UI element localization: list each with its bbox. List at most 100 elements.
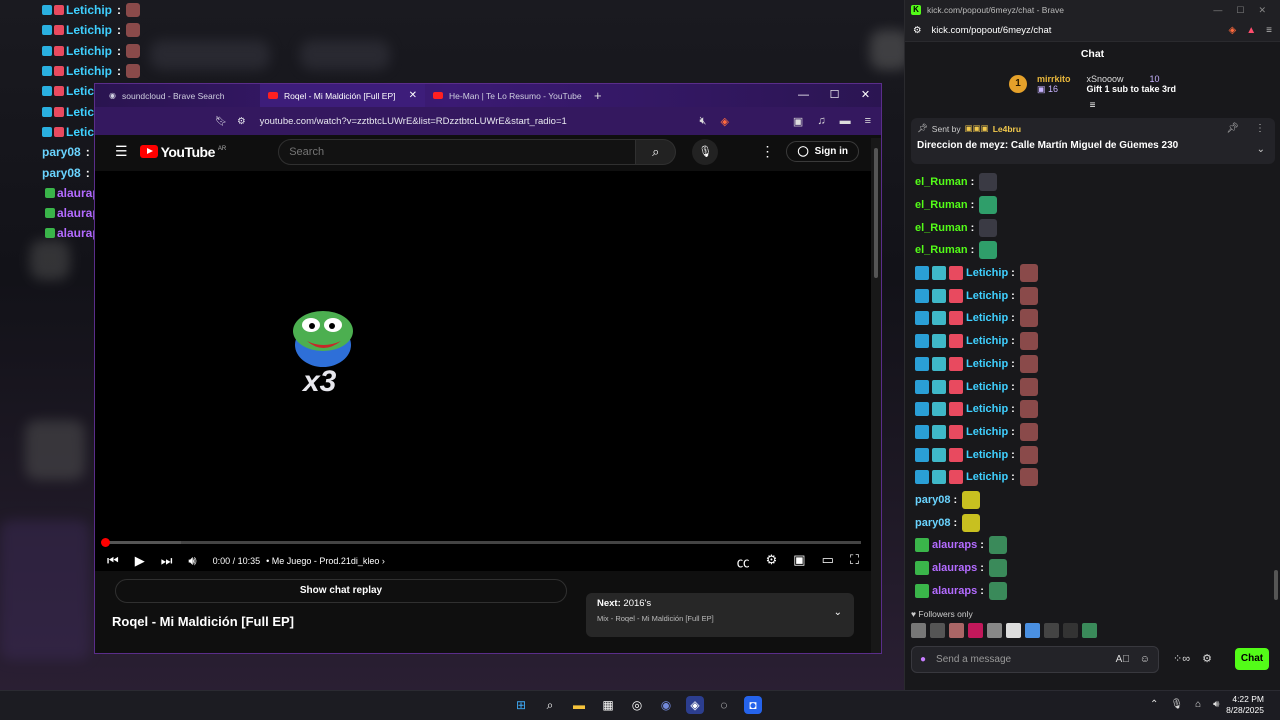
brave-shield-icon[interactable]: ◈ — [1229, 25, 1237, 36]
chat-username[interactable]: Letichip — [966, 381, 1008, 393]
search-button[interactable]: ⌕ — [636, 138, 677, 165]
chat-message[interactable]: Letichip: — [915, 330, 1275, 353]
message-input[interactable]: ● Send a message A⃯ ☺ — [911, 646, 1159, 673]
store-icon[interactable]: ▦ — [599, 696, 617, 714]
chat-message[interactable]: Letichip: — [915, 466, 1275, 489]
hamburger-menu-icon[interactable]: ☰ — [115, 143, 128, 160]
progress-scrubber[interactable] — [101, 538, 110, 547]
emote-shortcut-icon[interactable] — [1044, 623, 1059, 638]
chat-message[interactable]: Letichip: — [915, 284, 1275, 307]
chapter-title[interactable]: • Me Juego - Prod.21di_kleo › — [266, 556, 385, 566]
chat-message[interactable]: pary08: — [915, 511, 1275, 534]
emote-shortcut-icon[interactable] — [949, 623, 964, 638]
chat-username[interactable]: Letichip — [966, 290, 1008, 302]
tab-brave-search[interactable]: ◉ soundcloud - Brave Search — [95, 84, 260, 107]
emoji-icon[interactable]: ☺ — [1140, 654, 1150, 665]
chat-message[interactable]: Letichip: — [915, 262, 1275, 285]
extension-icon[interactable]: ▬ — [840, 115, 851, 128]
chat-username[interactable]: Letichip — [966, 312, 1008, 324]
chat-message[interactable]: alauraps: — [915, 534, 1275, 557]
unpin-icon[interactable]: 📌︎ — [1226, 123, 1239, 134]
steam-icon[interactable]: ◎ — [628, 696, 646, 714]
chat-message[interactable]: Letichip: — [915, 398, 1275, 421]
menu-icon[interactable]: ≡ — [1266, 25, 1272, 36]
minimize-icon[interactable]: — — [1213, 5, 1222, 16]
expand-leaderboard-icon[interactable]: ≡ — [905, 101, 1280, 112]
video-progress-bar[interactable] — [101, 538, 861, 547]
chat-message[interactable]: Letichip: — [915, 353, 1275, 376]
close-icon[interactable]: ✕ — [850, 84, 881, 107]
url-field[interactable]: youtube.com/watch?v=zztbtcLUWrE&list=RDz… — [260, 116, 567, 127]
emote-shortcut-icon[interactable] — [930, 623, 945, 638]
chat-username[interactable]: el_Ruman — [915, 199, 968, 211]
site-info-icon[interactable]: ⚙ — [237, 116, 246, 127]
more-options-icon[interactable]: ⋮ — [760, 143, 774, 160]
music-icon[interactable]: ♫ — [817, 115, 825, 128]
play-icon[interactable]: ▶ — [135, 553, 145, 569]
chat-username[interactable]: Letichip — [966, 267, 1008, 279]
chat-message[interactable]: Letichip: — [915, 421, 1275, 444]
chat-message[interactable]: alauraps: — [915, 579, 1275, 602]
maximize-icon[interactable]: ☐ — [819, 84, 850, 107]
mute-tab-icon[interactable]: 🔇︎ — [700, 115, 707, 128]
chat-username[interactable]: Letichip — [966, 403, 1008, 415]
brave-shield-icon[interactable]: ◈ — [720, 115, 728, 128]
close-tab-icon[interactable]: ✕ — [409, 90, 417, 101]
chat-message[interactable]: Letichip: — [915, 443, 1275, 466]
chat-username[interactable]: alauraps — [932, 585, 977, 597]
brave-browser-icon[interactable]: ◈ — [686, 696, 704, 714]
microphone-icon[interactable]: 🎙︎ — [1170, 699, 1183, 710]
settings-gear-icon[interactable]: ⚙ — [766, 552, 778, 571]
chat-username[interactable]: alauraps — [932, 539, 977, 551]
new-tab-button[interactable]: + — [594, 88, 602, 103]
emote-picker-icon[interactable]: ● — [920, 654, 926, 665]
emote-shortcut-icon[interactable] — [968, 623, 983, 638]
chevron-down-icon[interactable]: ⌄ — [1257, 144, 1265, 155]
tab-youtube-heman[interactable]: He-Man | Te Lo Resumo - YouTube — [425, 84, 590, 107]
chat-username[interactable]: el_Ruman — [915, 244, 968, 256]
chat-scrollbar[interactable] — [1274, 570, 1278, 600]
youtube-logo[interactable]: YouTube AR — [139, 144, 226, 160]
video-player[interactable]: x3 ⏮ ▶ ⏭ 🔊︎ 0:00 / 10:35 • Me Juego - Pr… — [95, 171, 871, 571]
url-field[interactable]: kick.com/popout/6meyz/chat — [932, 25, 1052, 36]
chat-message[interactable]: el_Ruman: — [915, 216, 1275, 239]
voice-search-button[interactable]: 🎙︎ — [692, 138, 719, 165]
tab-youtube-active[interactable]: Roqel - Mi Maldición [Full EP] - Y ✕ — [260, 84, 425, 107]
chat-message[interactable]: Letichip: — [915, 375, 1275, 398]
chat-message[interactable]: Letichip: — [915, 307, 1275, 330]
chat-message[interactable]: pary08: — [915, 489, 1275, 512]
search-input[interactable] — [278, 138, 637, 165]
show-chat-replay-button[interactable]: Show chat replay — [115, 579, 567, 603]
network-icon[interactable]: ⌂ — [1195, 699, 1201, 710]
chrome-icon[interactable]: ◌ — [715, 696, 733, 714]
emote-shortcut-icon[interactable] — [1006, 623, 1021, 638]
rewards-icon[interactable]: ▲ — [1246, 25, 1256, 36]
chat-username[interactable]: alauraps — [932, 562, 977, 574]
file-explorer-icon[interactable]: ▬ — [570, 696, 588, 714]
next-icon[interactable]: ⏭ — [161, 553, 173, 569]
chat-message[interactable]: el_Ruman: — [915, 239, 1275, 262]
emote-shortcut-icon[interactable] — [911, 623, 926, 638]
chat-username[interactable]: pary08 — [915, 494, 950, 506]
chevron-up-icon[interactable]: ⌃ — [1150, 699, 1158, 710]
chat-username[interactable]: Letichip — [966, 335, 1008, 347]
send-chat-button[interactable]: Chat — [1235, 648, 1269, 670]
minimize-icon[interactable]: — — [788, 84, 819, 107]
app-icon[interactable]: ◘ — [744, 696, 762, 714]
chat-message[interactable]: alauraps: — [915, 557, 1275, 580]
sign-in-button[interactable]: ◯ Sign in — [786, 141, 859, 162]
discord-icon[interactable]: ◉ — [657, 696, 675, 714]
translate-icon[interactable]: A⃯ — [1116, 654, 1130, 665]
chat-username[interactable]: el_Ruman — [915, 176, 968, 188]
emote-shortcut-icon[interactable] — [1025, 623, 1040, 638]
chevron-down-icon[interactable]: ⌄ — [834, 607, 842, 618]
more-options-icon[interactable]: ⋮ — [1255, 123, 1265, 134]
search-icon[interactable]: ⌕ — [541, 696, 559, 714]
miniplayer-icon[interactable]: ▣ — [793, 552, 805, 571]
chat-message[interactable]: el_Ruman: — [915, 194, 1275, 217]
theater-mode-icon[interactable]: ▭ — [822, 552, 834, 571]
maximize-icon[interactable]: ☐ — [1236, 5, 1244, 16]
chat-username[interactable]: pary08 — [915, 517, 950, 529]
points-icon[interactable]: ⁘∞ — [1173, 652, 1190, 665]
sidebar-icon[interactable]: ▣ — [793, 115, 803, 128]
